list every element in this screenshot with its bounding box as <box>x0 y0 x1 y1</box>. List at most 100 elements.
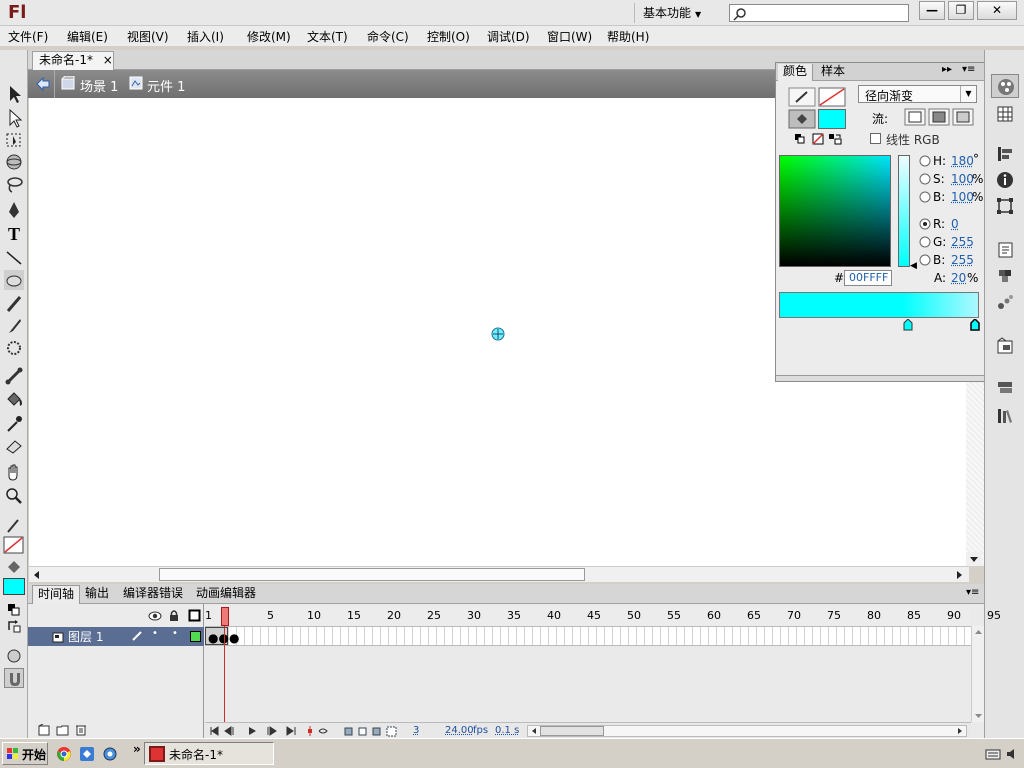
stroke-color-well[interactable] <box>818 87 846 107</box>
lasso-tool-icon[interactable] <box>4 174 24 194</box>
horizontal-scroll-thumb[interactable] <box>159 568 585 581</box>
swap-colors-icon[interactable] <box>828 133 842 145</box>
current-frame-value[interactable]: 3 <box>413 725 419 736</box>
color-picker-field[interactable] <box>779 155 891 267</box>
stroke-color-swatch[interactable] <box>3 536 25 556</box>
scroll-left-icon[interactable] <box>530 727 538 735</box>
restore-button[interactable]: ❐ <box>948 1 974 20</box>
brightness-slider[interactable] <box>898 155 910 267</box>
text-tool-icon[interactable]: T <box>4 224 24 244</box>
swap-colors-icon[interactable] <box>4 616 24 636</box>
swatches-panel-icon[interactable] <box>995 104 1015 124</box>
menu-control[interactable]: 控制(O) <box>427 28 470 45</box>
quicklaunch-more-icon[interactable]: » <box>133 742 141 756</box>
fps-value[interactable]: 24.00 <box>445 725 474 736</box>
timeline-menu-icon[interactable]: ▾≡ <box>966 587 979 598</box>
tab-color[interactable]: 颜色 <box>778 64 814 81</box>
breadcrumb-scene[interactable]: 场景 1 <box>80 76 118 95</box>
pen-tool-icon[interactable] <box>4 200 24 220</box>
timeline-horizontal-scrollbar[interactable] <box>527 725 967 737</box>
collapse-panel-icon[interactable]: ▸▸ <box>942 64 952 75</box>
scroll-right-icon[interactable] <box>956 727 964 735</box>
layer-lock-dot[interactable]: • <box>172 628 178 639</box>
h-value[interactable]: 180 <box>951 154 974 168</box>
workspace-switcher[interactable]: 基本功能 ▼ <box>634 3 714 23</box>
start-button[interactable]: 开始 <box>2 742 48 765</box>
breadcrumb-symbol[interactable]: 元件 1 <box>147 76 185 95</box>
outline-icon[interactable] <box>188 609 201 622</box>
menu-file[interactable]: 文件(F) <box>8 28 48 45</box>
playhead-handle[interactable] <box>221 607 229 626</box>
gradient-stop-left[interactable] <box>903 319 913 331</box>
playback-controls[interactable] <box>209 726 299 736</box>
layer-name[interactable]: 图层 1 <box>68 628 103 645</box>
menu-commands[interactable]: 命令(C) <box>367 28 409 45</box>
fill-color-swatch[interactable] <box>3 578 25 595</box>
oval-tool-icon[interactable] <box>4 270 24 290</box>
line-tool-icon[interactable] <box>4 248 24 268</box>
g-value[interactable]: 255 <box>951 235 974 249</box>
overflow-mode-buttons[interactable] <box>904 108 976 126</box>
b-value[interactable]: 100 <box>951 190 974 204</box>
minimize-button[interactable]: — <box>919 1 945 20</box>
new-folder-icon[interactable] <box>56 724 70 736</box>
layer-row[interactable]: 图层 1 • • <box>28 627 204 646</box>
keyboard-tray-icon[interactable] <box>985 747 1001 761</box>
components-panel-icon[interactable] <box>995 266 1015 286</box>
menu-help[interactable]: 帮助(H) <box>607 28 649 45</box>
alpha-value[interactable]: 20 <box>951 271 966 285</box>
hex-input[interactable]: 00FFFF <box>844 270 892 286</box>
fill-color-button[interactable] <box>788 109 816 129</box>
chrome-icon[interactable] <box>56 746 72 762</box>
scroll-right-icon[interactable] <box>953 569 965 581</box>
menu-modify[interactable]: 修改(M) <box>247 28 291 45</box>
gradient-stop-right[interactable] <box>970 319 980 331</box>
tab-motion-editor[interactable]: 动画编辑器 <box>191 585 261 604</box>
black-white-icon[interactable] <box>794 133 806 145</box>
deco-tool-icon[interactable] <box>4 338 24 358</box>
elapsed-time[interactable]: 0.1 s <box>495 725 519 736</box>
r-value[interactable]: 0 <box>951 217 959 231</box>
stroke-color-icon[interactable] <box>4 516 24 536</box>
stroke-color-button[interactable] <box>788 87 816 107</box>
eraser-tool-icon[interactable] <box>4 436 24 456</box>
frame-ruler[interactable]: 1 5 10 15 20 25 30 35 40 45 50 55 60 65 70 75 80 85 90 95 <box>205 606 1001 626</box>
document-tab[interactable]: 未命名-1* × <box>32 51 114 70</box>
align-panel-icon[interactable] <box>995 144 1015 164</box>
tab-timeline[interactable]: 时间轴 <box>32 585 81 604</box>
help-search-input[interactable] <box>729 4 909 22</box>
fill-type-select[interactable]: 径向渐变 ▼ <box>858 85 977 103</box>
gradient-preview-bar[interactable] <box>779 292 979 318</box>
center-frame-loop-icons[interactable] <box>305 726 335 736</box>
back-arrow-icon[interactable] <box>35 76 51 92</box>
delete-layer-icon[interactable] <box>75 723 87 736</box>
brush-tool-icon[interactable] <box>4 316 24 336</box>
timeline-scroll-thumb[interactable] <box>540 726 604 736</box>
blue-value[interactable]: 255 <box>951 253 974 267</box>
show-hide-eye-icon[interactable] <box>148 610 162 622</box>
project-panel-icon[interactable] <box>995 406 1015 426</box>
tab-output[interactable]: 输出 <box>80 585 114 604</box>
menu-view[interactable]: 视图(V) <box>127 28 169 45</box>
close-button[interactable]: ✕ <box>977 1 1017 20</box>
info-panel-icon[interactable] <box>995 170 1015 190</box>
motion-presets-icon[interactable] <box>995 292 1015 312</box>
selection-tool-icon[interactable] <box>4 84 24 104</box>
paint-bucket-tool-icon[interactable] <box>4 390 24 410</box>
subselection-tool-icon[interactable] <box>4 108 24 128</box>
tab-swatches[interactable]: 样本 <box>816 64 850 81</box>
eyedropper-tool-icon[interactable] <box>4 414 24 434</box>
menu-edit[interactable]: 编辑(E) <box>67 28 108 45</box>
menu-insert[interactable]: 插入(I) <box>187 28 224 45</box>
pencil-tool-icon[interactable] <box>4 294 24 314</box>
bone-tool-icon[interactable] <box>4 366 24 386</box>
new-layer-icon[interactable] <box>38 724 50 736</box>
document-tab-close-button[interactable]: × <box>103 53 113 67</box>
3d-rotation-tool-icon[interactable] <box>4 152 24 172</box>
vertical-scroll-down-button[interactable] <box>966 552 982 566</box>
layer-outline-color[interactable] <box>190 631 201 642</box>
tab-compiler-errors[interactable]: 编译器错误 <box>118 585 188 604</box>
layer-visibility-dot[interactable]: • <box>152 628 158 639</box>
menu-text[interactable]: 文本(T) <box>307 28 348 45</box>
onion-skin-icons[interactable] <box>343 725 405 737</box>
